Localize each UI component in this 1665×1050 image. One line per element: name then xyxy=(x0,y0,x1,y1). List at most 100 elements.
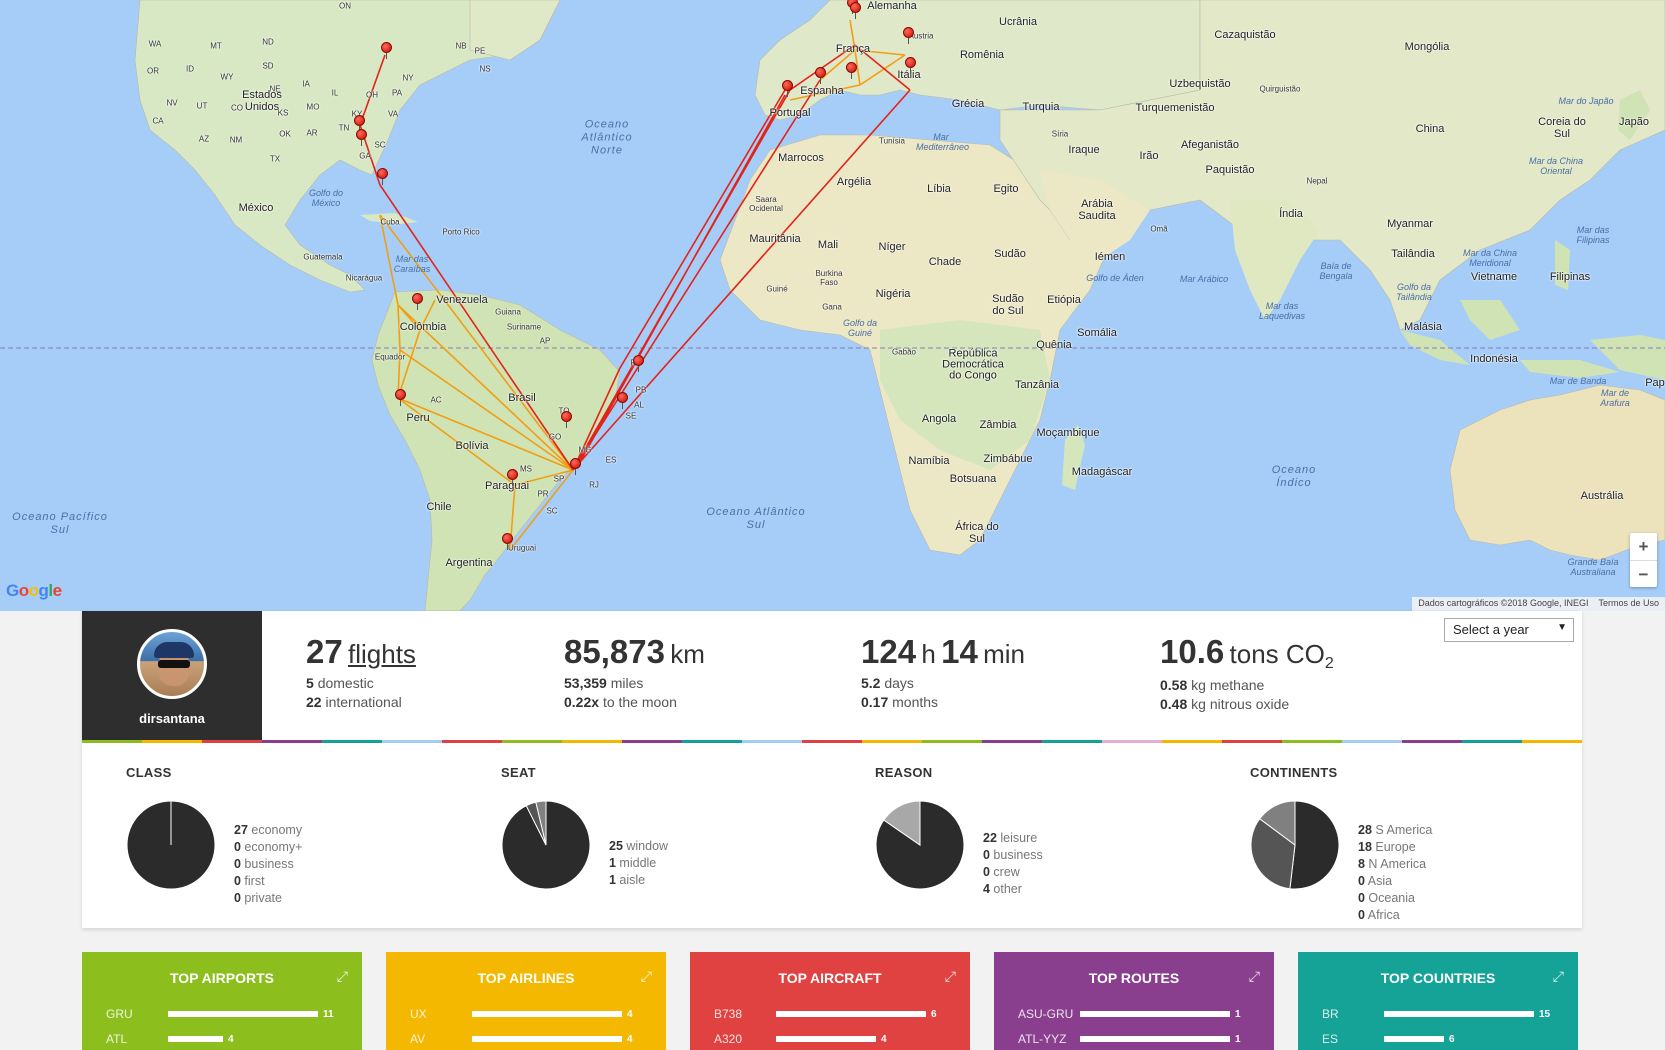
legend-label: Oceania xyxy=(1364,891,1415,905)
map-label: Mar Arábico xyxy=(1179,274,1229,284)
tile-title: TOP AIRLINES xyxy=(477,970,575,986)
co2-count: 10.6 xyxy=(1160,633,1225,670)
expand-icon[interactable]: ⤢ xyxy=(1249,968,1260,985)
legend-count: 1 xyxy=(609,873,616,887)
airport-pin[interactable] xyxy=(394,389,406,406)
map-label: Índia xyxy=(1279,208,1303,220)
map-label: Etiópia xyxy=(1047,294,1081,306)
expand-icon[interactable]: ⤢ xyxy=(945,968,956,985)
map-label: Tailândia xyxy=(1391,248,1435,260)
airport-pin[interactable] xyxy=(560,411,572,428)
tile-title: TOP AIRCRAFT xyxy=(778,970,882,986)
avatar[interactable] xyxy=(137,629,207,699)
username[interactable]: dirsantana xyxy=(82,711,262,726)
legend-label: economy xyxy=(247,823,303,837)
airport-pin[interactable] xyxy=(506,469,518,486)
map-label: Quênia xyxy=(1036,339,1072,351)
reason-title: REASON xyxy=(875,765,933,780)
map-label: Nicarágua xyxy=(345,273,383,283)
airport-pin[interactable] xyxy=(845,62,857,79)
legend-item: 8 N America xyxy=(1358,856,1432,873)
tile-row: ES 6 xyxy=(1322,1032,1455,1046)
legend-item: 4 other xyxy=(983,881,1043,898)
continents-pie xyxy=(1250,800,1340,890)
map-label: Golfo da Guiné xyxy=(842,318,878,338)
airport-pin[interactable] xyxy=(376,168,388,185)
map-label: OR xyxy=(147,66,159,76)
flight-map[interactable]: ON WA MT ND OR ID SD WY NE NV UT CO KS C… xyxy=(0,0,1665,611)
legend-count: 0 xyxy=(983,848,990,862)
map-label: Chile xyxy=(426,501,452,513)
map-label: Oceano Pacífico Sul xyxy=(12,511,108,536)
map-label: SD xyxy=(262,61,274,71)
minutes-count: 14 xyxy=(941,633,978,670)
year-select[interactable]: Select a year ▼ xyxy=(1444,618,1574,642)
zoom-in-button[interactable]: + xyxy=(1630,533,1657,560)
tile-row: B738 6 xyxy=(714,1007,937,1021)
tile-row-value: 4 xyxy=(228,1033,234,1045)
breakdown-card: CLASS 27 economy 0 economy+ 0 business 0 fi… xyxy=(82,743,1582,928)
class-pie xyxy=(126,800,216,890)
airport-pin[interactable] xyxy=(814,67,826,84)
airport-pin[interactable] xyxy=(849,2,861,19)
hours-unit: h xyxy=(921,639,936,669)
airport-pin[interactable] xyxy=(569,458,581,475)
airport-pin[interactable] xyxy=(632,355,644,372)
map-label: Grande Baía Australiana xyxy=(1567,557,1619,577)
tile-row-label: ATL-YYZ xyxy=(1018,1032,1067,1046)
tile-row-value: 1 xyxy=(1235,1033,1241,1045)
legend-label: business xyxy=(989,848,1043,862)
legend-count: 0 xyxy=(983,865,990,879)
tile-row-bar xyxy=(472,1011,622,1017)
legend-count: 0 xyxy=(1358,891,1365,905)
map-label: Tanzânia xyxy=(1014,379,1060,391)
map-label: Mali xyxy=(817,239,839,251)
map-label: SC xyxy=(374,140,386,150)
flights-link[interactable]: flights xyxy=(348,639,416,669)
map-label: Romênia xyxy=(959,49,1005,61)
legend-count: 0 xyxy=(234,874,241,888)
airport-pin[interactable] xyxy=(380,42,392,59)
map-label: África do Sul xyxy=(955,521,999,545)
map-label: ND xyxy=(262,37,274,47)
flights-stat: 27 flights 5 domestic 22 international xyxy=(306,633,416,712)
domestic-count: 5 xyxy=(306,675,314,691)
continents-title: CONTINENTS xyxy=(1250,765,1338,780)
airport-pin[interactable] xyxy=(501,533,513,550)
terms-link[interactable]: Termos de Uso xyxy=(1598,598,1659,610)
tile-row-label: B738 xyxy=(714,1007,743,1021)
map-label: Pap xyxy=(1645,377,1665,389)
map-label: Porto Rico xyxy=(442,227,480,237)
airport-pin[interactable] xyxy=(355,129,367,146)
zoom-out-button[interactable]: − xyxy=(1630,560,1657,587)
map-label: Afeganistão xyxy=(1180,139,1240,151)
map-label: Mar da China Oriental xyxy=(1528,156,1584,176)
airport-pin[interactable] xyxy=(904,57,916,74)
map-label: NY xyxy=(402,73,414,83)
legend-count: 0 xyxy=(234,840,241,854)
map-label: França xyxy=(835,43,871,55)
map-label: PE xyxy=(474,46,486,56)
airport-pin[interactable] xyxy=(902,27,914,44)
airport-pin[interactable] xyxy=(781,80,793,97)
legend-item: 0 economy+ xyxy=(234,839,302,856)
map-label: Peru xyxy=(406,412,430,424)
legend-label: crew xyxy=(989,865,1020,879)
expand-icon[interactable]: ⤢ xyxy=(337,968,348,985)
map-label: China xyxy=(1415,123,1445,135)
legend-item: 0 first xyxy=(234,873,302,890)
seat-legend: 25 window 1 middle 1 aisle xyxy=(609,838,668,889)
tile-row-bar xyxy=(1384,1011,1534,1017)
map-label: Líbia xyxy=(927,183,951,195)
map-label: Grécia xyxy=(951,98,985,110)
map-label: Baía de Bengala xyxy=(1319,261,1353,281)
airport-pin[interactable] xyxy=(411,293,423,310)
tile-row-value: 1 xyxy=(1235,1008,1241,1020)
map-label: Golfo de Áden xyxy=(1086,273,1144,283)
airport-pin[interactable] xyxy=(353,115,365,132)
expand-icon[interactable]: ⤢ xyxy=(641,968,652,985)
tile-row-label: ES xyxy=(1322,1032,1339,1046)
airport-pin[interactable] xyxy=(616,392,628,409)
expand-icon[interactable]: ⤢ xyxy=(1553,968,1564,985)
map-label: Portugal xyxy=(769,107,811,119)
